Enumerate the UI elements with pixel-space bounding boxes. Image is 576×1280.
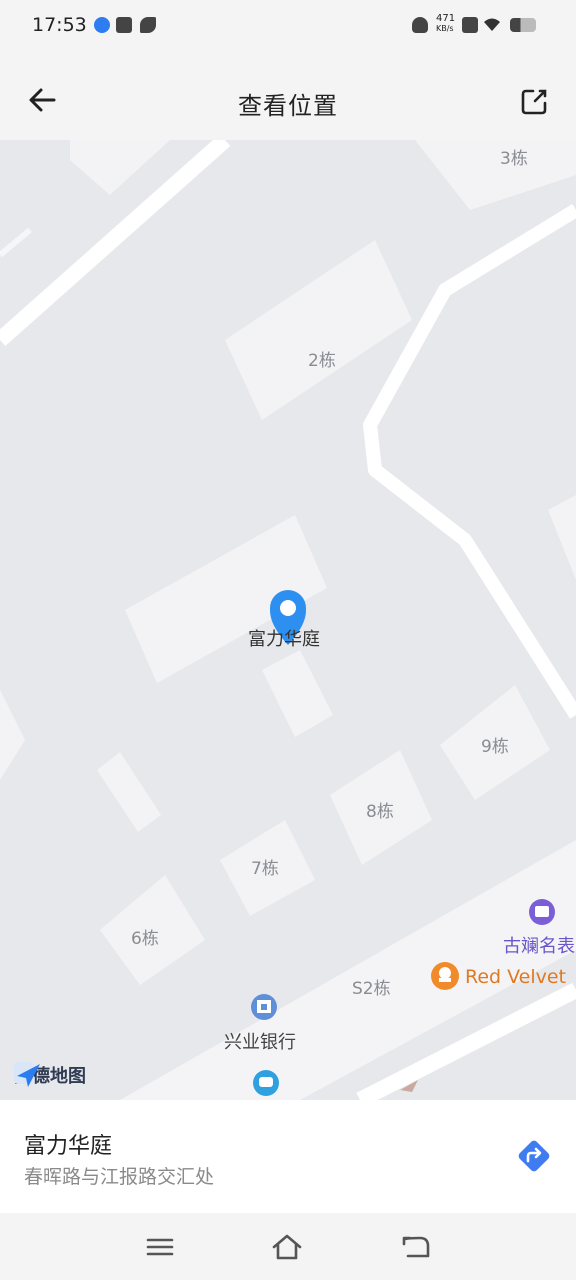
map-canvas[interactable] <box>0 140 576 1100</box>
mute-icon <box>412 17 428 33</box>
shop-poi-label[interactable]: 古斓名表 <box>503 932 575 958</box>
building-label-8: 8栋 <box>366 802 394 822</box>
system-nav-bar <box>0 1213 576 1280</box>
status-time: 17:53 <box>32 14 87 36</box>
leaf-icon <box>140 17 156 33</box>
sim-off-icon <box>462 17 478 33</box>
app-bar: 查看位置 <box>0 54 576 140</box>
building-edge-right <box>548 495 576 580</box>
building-label-s2: S2栋 <box>352 979 391 999</box>
pin-label: 富力华庭 <box>248 629 320 650</box>
share-icon <box>521 89 547 115</box>
place-address: 春晖路与江报路交汇处 <box>24 1166 215 1188</box>
restaurant-poi-label[interactable]: Red Velvet <box>465 966 566 988</box>
location-info-card: 富力华庭 春晖路与江报路交汇处 <box>0 1100 576 1213</box>
home-key[interactable] <box>271 1231 303 1263</box>
app-notification-icon <box>94 17 110 33</box>
navigate-button[interactable] <box>514 1136 554 1176</box>
battery-icon <box>510 18 536 32</box>
back-key[interactable] <box>400 1231 432 1263</box>
return-icon <box>402 1236 430 1258</box>
menu-key[interactable] <box>144 1231 176 1263</box>
building-3 <box>415 140 576 210</box>
building-small <box>97 752 161 832</box>
home-icon <box>272 1234 302 1260</box>
menu-icon <box>146 1238 174 1256</box>
road-path <box>0 227 32 258</box>
building-label-3: 3栋 <box>500 149 528 169</box>
mail-icon <box>116 17 132 33</box>
amap-logo-icon <box>14 1062 40 1087</box>
page-title: 查看位置 <box>238 92 338 120</box>
road-curve <box>363 204 576 719</box>
network-speed-value: 471 <box>436 13 456 24</box>
building-label-6: 6栋 <box>131 929 159 949</box>
network-speed: 471 KB/s <box>436 14 455 34</box>
building-block <box>70 140 170 195</box>
share-button[interactable] <box>514 82 554 122</box>
building-label-2: 2栋 <box>308 351 336 371</box>
map-view[interactable]: 3栋 2栋 9栋 8栋 7栋 6栋 S2栋 富力华庭 古斓名表 Red Velv… <box>0 140 576 1100</box>
bank-poi-label[interactable]: 兴业银行 <box>224 1028 296 1054</box>
building-label-9: 9栋 <box>481 737 509 757</box>
building-label-7: 7栋 <box>251 859 279 879</box>
map-provider-logo: 高德地图 <box>14 1062 86 1088</box>
shop-poi-icon[interactable] <box>529 899 555 925</box>
building-edge-left <box>0 690 25 780</box>
wifi-icon <box>484 18 500 31</box>
bank-poi-icon[interactable] <box>251 994 277 1020</box>
network-speed-unit: KB/s <box>436 24 454 33</box>
building-annex <box>262 650 333 737</box>
transit-poi-icon[interactable] <box>253 1070 279 1096</box>
status-bar: 17:53 471 KB/s <box>0 0 576 54</box>
place-name: 富力华庭 <box>24 1134 113 1159</box>
restaurant-poi-icon[interactable] <box>431 962 459 990</box>
